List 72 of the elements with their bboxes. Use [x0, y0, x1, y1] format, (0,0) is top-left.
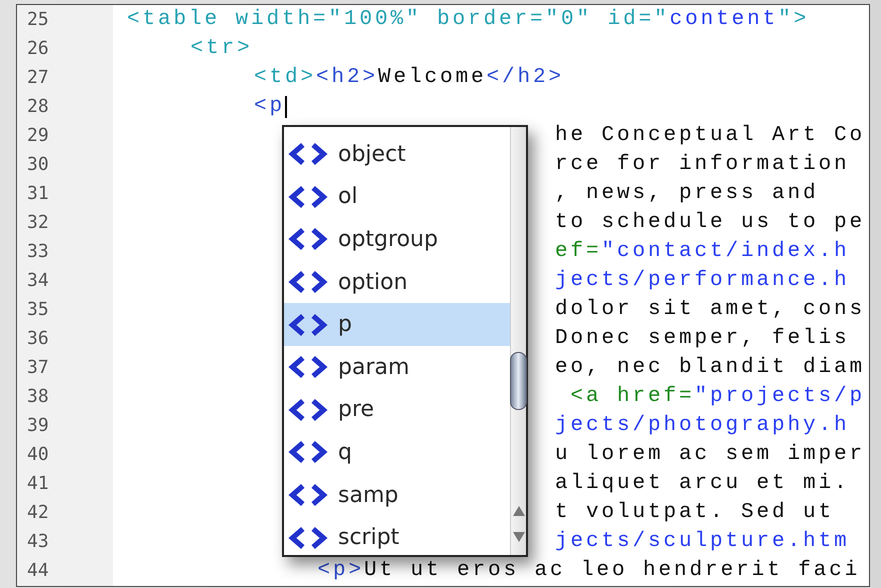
- line-number: 41: [26, 472, 50, 496]
- code-token: u lorem ac sem imper: [555, 442, 866, 468]
- code-token: rce for information: [555, 152, 850, 178]
- code-token: </h2>: [486, 65, 564, 91]
- tag-icon: [288, 354, 328, 380]
- code-token: content: [670, 7, 778, 33]
- scrollbar[interactable]: [510, 127, 526, 555]
- tag-icon: [288, 141, 328, 168]
- code-token: Ut ut eros ac leo hendrerit faci: [364, 558, 860, 584]
- code-token: jects/sculpture.htm: [555, 529, 850, 555]
- code-token: , news, press and: [555, 181, 819, 207]
- code-token: <td>: [254, 65, 316, 91]
- code-token: he Conceptual Art Co: [555, 123, 866, 149]
- code-token: <p>: [318, 558, 364, 584]
- code-token: jects/photography.h: [555, 413, 850, 439]
- autocomplete-item[interactable]: optgroup: [284, 218, 510, 261]
- autocomplete-item[interactable]: param: [284, 346, 510, 389]
- tag-icon: [288, 184, 328, 210]
- line-number: 33: [26, 240, 50, 264]
- line-number: 32: [26, 211, 50, 235]
- autocomplete-item[interactable]: option: [284, 260, 510, 304]
- code-token: <table width="100%" border="0" id=": [127, 7, 670, 33]
- code-token: Welcome: [378, 65, 487, 91]
- autocomplete-item[interactable]: script: [284, 516, 510, 559]
- code-token: "projects/p: [694, 384, 866, 410]
- line-number: 37: [26, 356, 50, 380]
- autocomplete-item[interactable]: object: [284, 133, 510, 176]
- tag-icon: [288, 524, 328, 551]
- scrollbar-thumb[interactable]: [510, 352, 527, 410]
- tag-icon: [288, 396, 328, 423]
- code-token: to schedule us to pe: [555, 210, 866, 236]
- code-token: ef=: [555, 239, 602, 265]
- line-number: 40: [26, 443, 50, 467]
- line-number: 34: [26, 269, 50, 293]
- code-token: jects/performance.h: [555, 268, 850, 294]
- autocomplete-item[interactable]: p: [284, 303, 510, 346]
- autocomplete-item[interactable]: pre: [284, 388, 510, 432]
- tag-icon: [288, 439, 328, 466]
- scroll-up-icon[interactable]: [512, 505, 526, 517]
- autocomplete-item[interactable]: ol: [284, 176, 510, 218]
- code-token: <h2>: [316, 65, 378, 91]
- autocomplete-item[interactable]: q: [284, 431, 510, 474]
- code-token: <p: [254, 94, 286, 120]
- line-number: 26: [26, 37, 50, 61]
- line-number: 43: [26, 530, 50, 554]
- code-token: aliquet arcu et mi.: [555, 471, 850, 497]
- scroll-down-icon[interactable]: [512, 531, 526, 543]
- line-number: 35: [26, 298, 50, 322]
- line-number: 30: [26, 153, 50, 177]
- line-number: 42: [26, 501, 50, 525]
- code-token: <a href=: [570, 384, 695, 410]
- line-number: 29: [26, 124, 50, 148]
- tag-icon: [288, 312, 328, 338]
- line-number: 27: [26, 66, 50, 90]
- code-token: "contact/index.h: [602, 239, 850, 265]
- code-token: Donec semper, felis: [555, 326, 850, 352]
- tag-icon: [288, 482, 328, 508]
- code-token: dolor sit amet, cons: [555, 297, 866, 323]
- code-token: <tr>: [190, 36, 253, 62]
- line-number: 44: [26, 559, 50, 583]
- code-token: ">: [778, 7, 810, 33]
- line-number: 39: [26, 414, 50, 438]
- line-number: 38: [26, 385, 50, 409]
- code-token: eo, nec blandit diam: [555, 355, 866, 381]
- tag-icon: [288, 269, 328, 296]
- tag-icon: [288, 226, 328, 252]
- line-number: 28: [26, 95, 50, 119]
- autocomplete-item[interactable]: samp: [284, 474, 510, 516]
- line-number: 36: [26, 327, 50, 351]
- line-number: 25: [26, 8, 50, 32]
- line-number: 31: [26, 182, 50, 206]
- code-token: t volutpat. Sed ut: [555, 500, 834, 526]
